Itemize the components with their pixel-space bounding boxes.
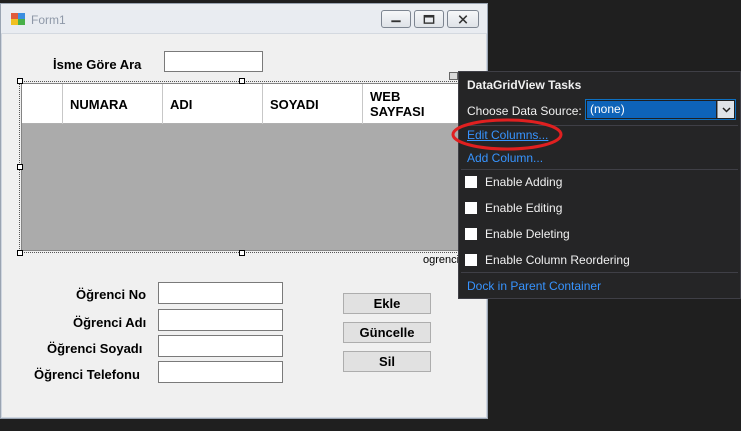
students-datagridview[interactable]: NUMARA ADI SOYADI WEB SAYFASI (21, 83, 463, 251)
enable-deleting-option[interactable]: Enable Deleting (465, 227, 570, 241)
student-surname-input[interactable] (158, 335, 283, 357)
data-source-dropdown[interactable]: (none) (585, 99, 736, 120)
maximize-icon (423, 14, 435, 24)
enable-deleting-checkbox[interactable] (465, 228, 477, 240)
tasks-panel-title: DataGridView Tasks (467, 78, 582, 92)
enable-deleting-label: Enable Deleting (485, 227, 570, 241)
student-name-input[interactable] (158, 309, 283, 331)
grid-datamember-label: ogrenci (423, 254, 460, 266)
enable-adding-label: Enable Adding (485, 175, 563, 189)
column-header-soyadi[interactable]: SOYADI (263, 84, 363, 124)
resize-handle-left[interactable] (17, 164, 23, 170)
enable-editing-label: Enable Editing (485, 201, 563, 215)
form-icon (11, 13, 25, 25)
minimize-icon (391, 20, 401, 23)
column-header-web-sayfasi[interactable]: WEB SAYFASI (363, 84, 462, 124)
resize-handle-bottom[interactable] (239, 250, 245, 256)
enable-reordering-label: Enable Column Reordering (485, 253, 630, 267)
column-header-adi[interactable]: ADI (163, 84, 263, 124)
student-phone-label: Öğrenci Telefonu (34, 367, 140, 382)
form-client-area: İsme Göre Ara NUMARA ADI SOYADI WEB SAYF… (9, 34, 481, 414)
form-title: Form1 (31, 13, 66, 27)
dropdown-button[interactable] (717, 101, 734, 118)
dock-in-parent-link[interactable]: Dock in Parent Container (467, 279, 601, 293)
column-header-numara[interactable]: NUMARA (63, 84, 163, 124)
panel-separator (461, 272, 738, 273)
resize-handle-top[interactable] (239, 78, 245, 84)
enable-editing-option[interactable]: Enable Editing (465, 201, 562, 215)
minimize-button[interactable] (381, 10, 411, 28)
chevron-down-icon (722, 107, 731, 113)
enable-reordering-checkbox[interactable] (465, 254, 477, 266)
designer-form-window: Form1 İsme Göre Ara NUMARA ADI SOYADI WE… (0, 3, 488, 419)
form-titlebar: Form1 (1, 4, 487, 34)
student-no-label: Öğrenci No (76, 287, 147, 302)
student-name-label: Öğrenci Adı (73, 315, 147, 330)
maximize-button[interactable] (414, 10, 444, 28)
row-header-cell (22, 84, 63, 124)
student-no-input[interactable] (158, 282, 283, 304)
student-phone-input[interactable] (158, 361, 283, 383)
resize-handle-bottom-left[interactable] (17, 250, 23, 256)
smart-tag-icon[interactable] (449, 72, 458, 80)
search-label: İsme Göre Ara (53, 57, 142, 72)
highlight-ellipse (451, 118, 563, 151)
grid-header-row: NUMARA ADI SOYADI WEB SAYFASI (22, 84, 462, 124)
student-surname-label: Öğrenci Soyadı (47, 341, 143, 356)
data-source-label: Choose Data Source: (467, 104, 582, 118)
data-source-value: (none) (587, 101, 716, 118)
enable-reordering-option[interactable]: Enable Column Reordering (465, 253, 630, 267)
panel-separator (461, 169, 738, 170)
delete-button[interactable]: Sil (343, 351, 431, 372)
add-button[interactable]: Ekle (343, 293, 431, 314)
search-input[interactable] (164, 51, 263, 72)
update-button[interactable]: Güncelle (343, 322, 431, 343)
datagridview-tasks-panel: DataGridView Tasks Choose Data Source: (… (458, 71, 741, 299)
resize-handle-top-left[interactable] (17, 78, 23, 84)
enable-adding-checkbox[interactable] (465, 176, 477, 188)
add-column-link[interactable]: Add Column... (467, 151, 543, 165)
close-button[interactable] (447, 10, 479, 28)
close-icon (458, 15, 468, 24)
enable-adding-option[interactable]: Enable Adding (465, 175, 562, 189)
enable-editing-checkbox[interactable] (465, 202, 477, 214)
